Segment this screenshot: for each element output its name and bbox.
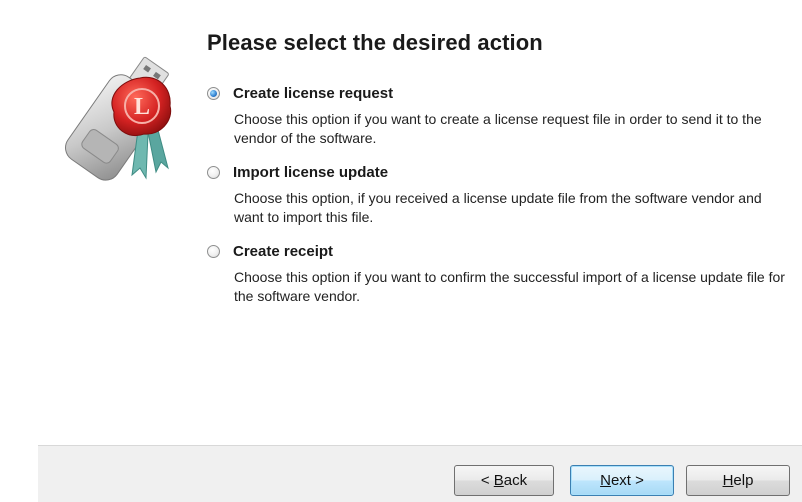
radio-button-selected[interactable] xyxy=(207,86,220,100)
next-mnemonic: N xyxy=(600,472,611,489)
action-options: Create license request Choose this optio… xyxy=(207,82,797,319)
radio-import-license-update[interactable]: Import license update xyxy=(207,161,797,183)
option-label[interactable]: Import license update xyxy=(233,164,388,181)
back-button[interactable]: < Back xyxy=(454,465,554,496)
option-import-license-update: Import license update Choose this option… xyxy=(207,161,797,240)
seal-letter: L xyxy=(134,94,150,120)
option-create-license-request: Create license request Choose this optio… xyxy=(207,82,797,161)
page-title: Please select the desired action xyxy=(207,30,543,55)
help-mnemonic: H xyxy=(722,472,734,489)
option-description: Choose this option if you want to confir… xyxy=(234,269,785,304)
back-rest: ack xyxy=(503,472,528,489)
help-rest: elp xyxy=(733,472,754,489)
help-button[interactable]: Help xyxy=(686,465,790,496)
option-label[interactable]: Create receipt xyxy=(233,243,333,260)
option-label[interactable]: Create license request xyxy=(233,85,393,102)
option-description: Choose this option, if you received a li… xyxy=(234,190,762,225)
radio-button[interactable] xyxy=(207,165,220,179)
back-mnemonic: B xyxy=(493,472,504,489)
option-create-receipt: Create receipt Choose this option if you… xyxy=(207,240,797,319)
radio-button[interactable] xyxy=(207,244,220,258)
wizard-footer: < Back Next > Help xyxy=(38,445,802,502)
option-description: Choose this option if you want to create… xyxy=(234,111,762,146)
radio-create-license-request[interactable]: Create license request xyxy=(207,82,797,104)
next-button[interactable]: Next > xyxy=(570,465,674,496)
next-rest: ext > xyxy=(610,472,644,489)
usb-license-key-icon: L xyxy=(40,50,180,200)
back-prefix: < xyxy=(480,472,494,489)
radio-create-receipt[interactable]: Create receipt xyxy=(207,240,797,262)
